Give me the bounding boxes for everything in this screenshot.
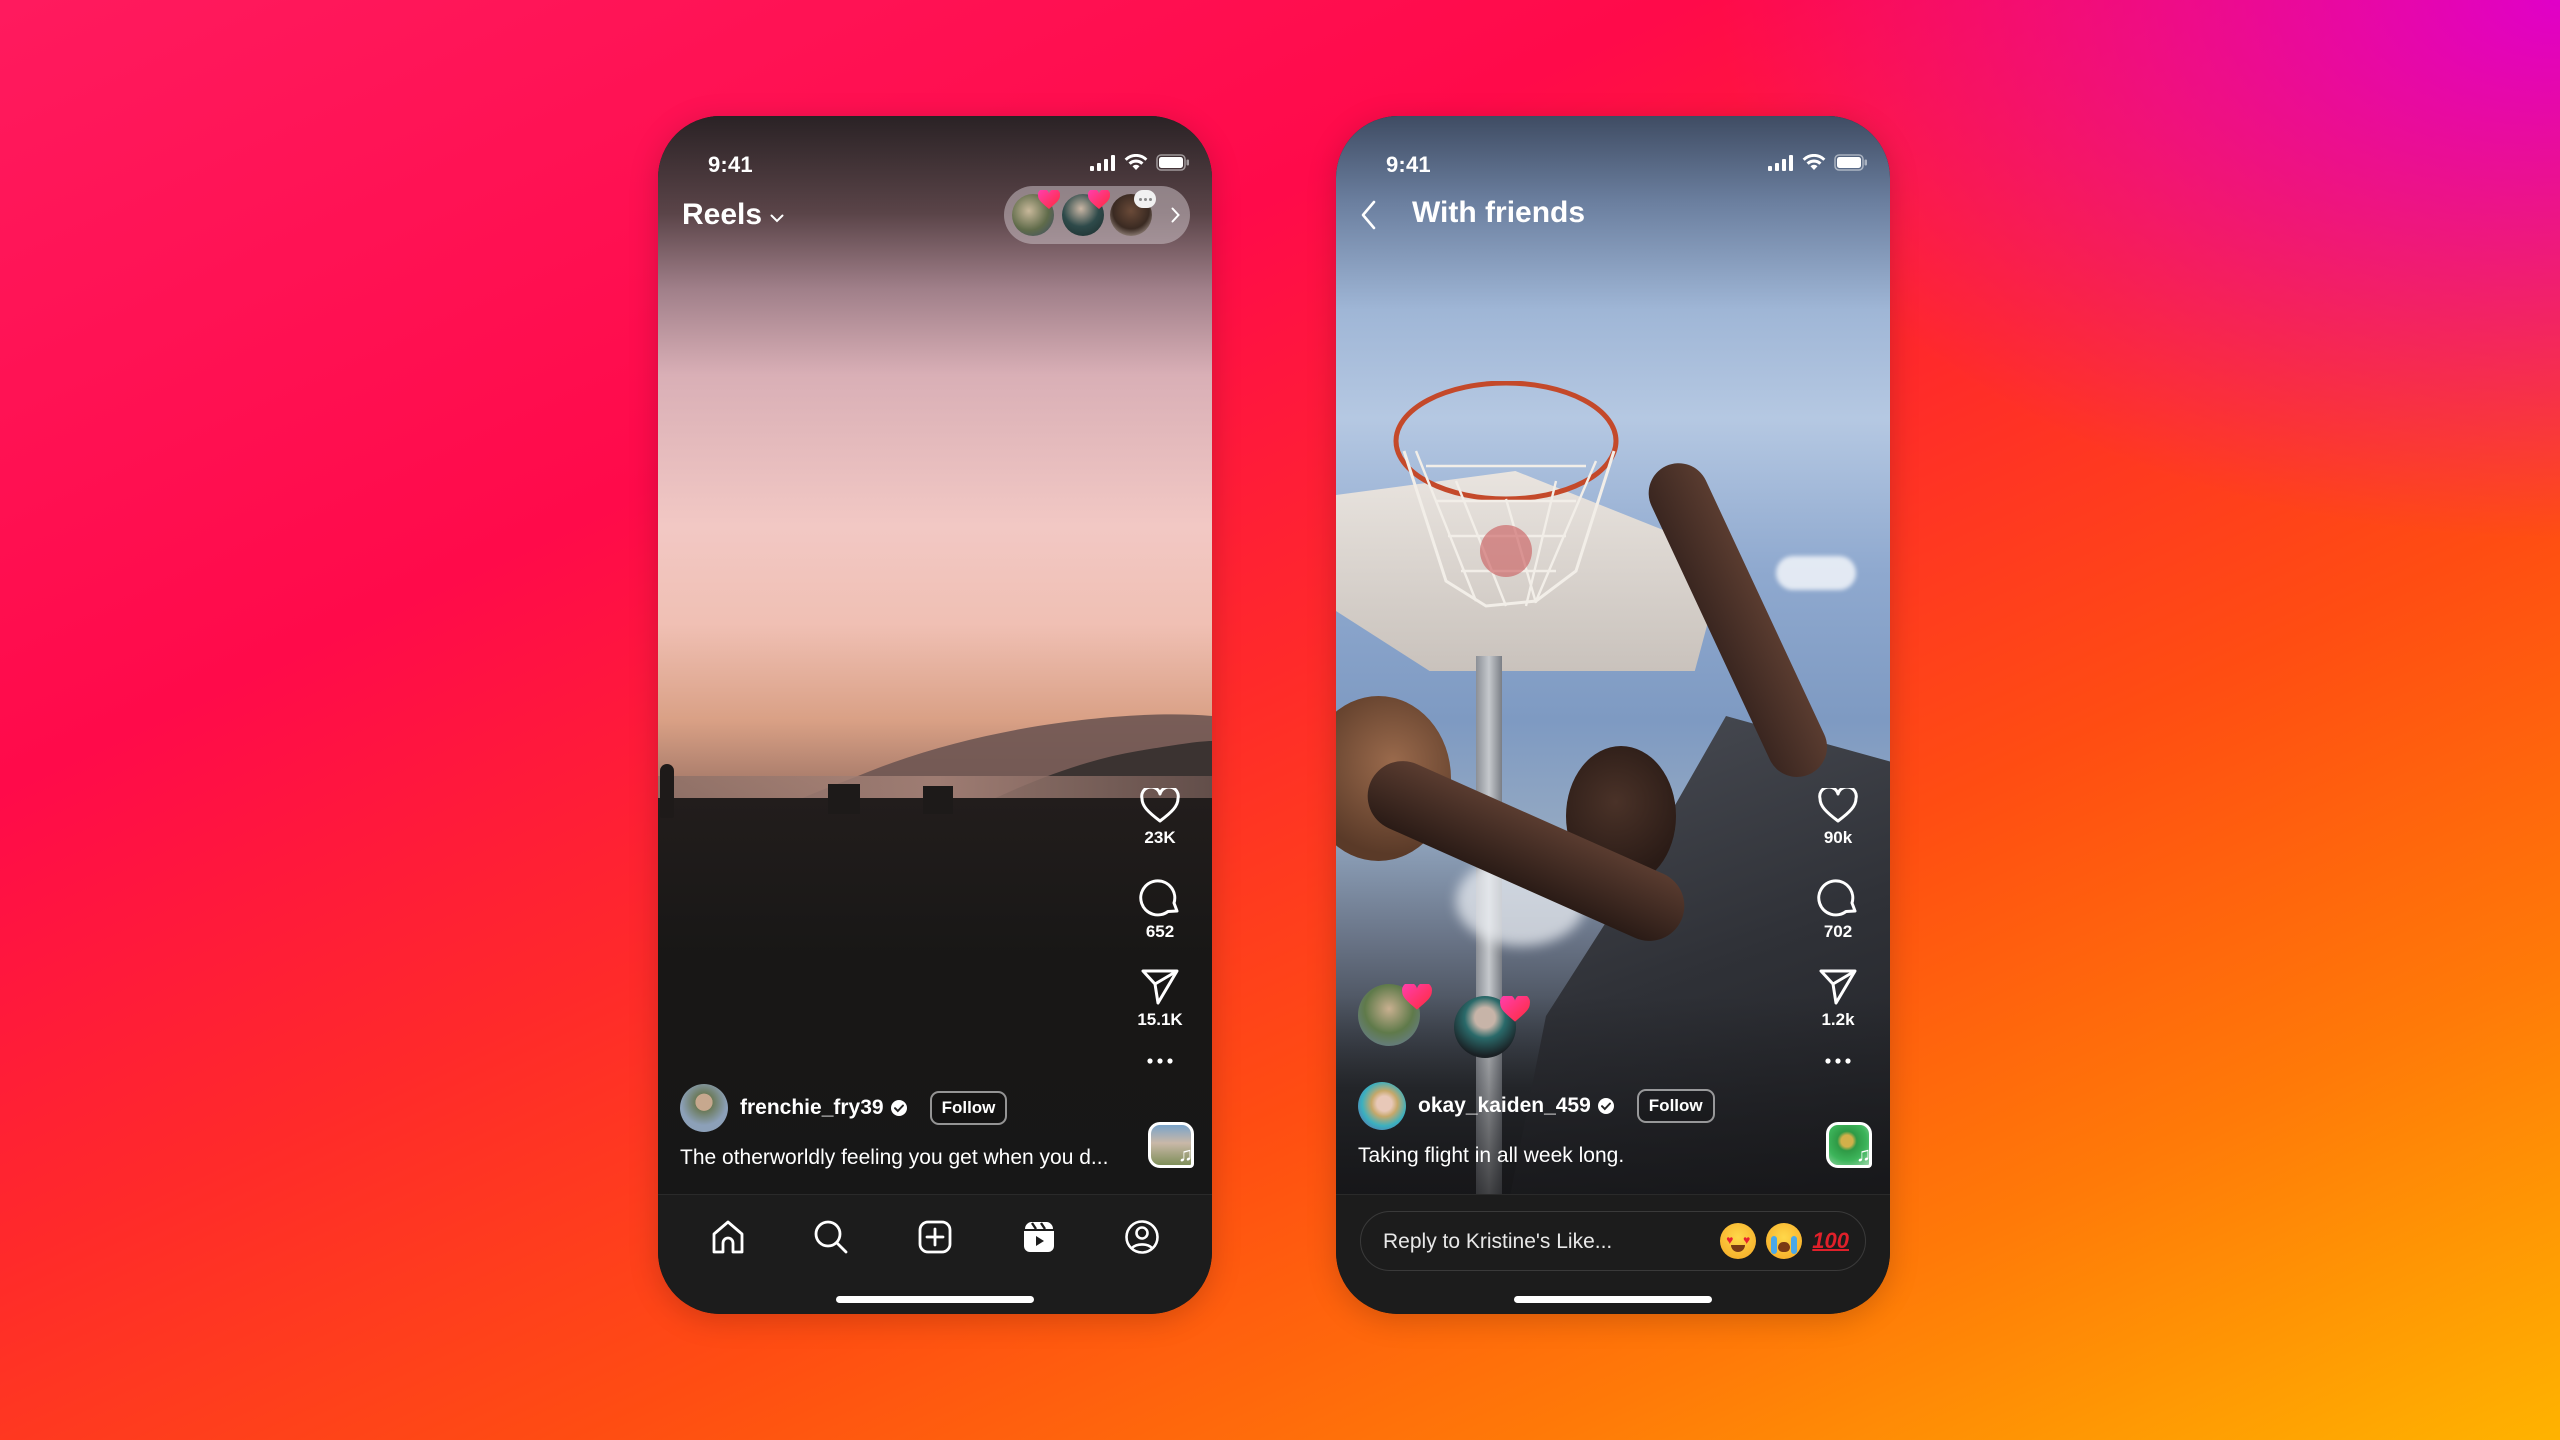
cellular-signal-icon [1090, 154, 1115, 171]
chevron-left-icon [1361, 200, 1376, 230]
send-icon [1141, 969, 1179, 1005]
music-note-icon: ♫ [1178, 1144, 1193, 1166]
reels-icon [1023, 1222, 1054, 1252]
like-button[interactable]: 23K [1140, 788, 1180, 848]
status-bar: 9:41 [658, 140, 1212, 180]
phone-with-friends: 9:41 With friends 90k 702 1.2k ♫ okay_ka… [1336, 116, 1890, 1314]
heart-badge-icon [1500, 996, 1530, 1022]
author-avatar[interactable] [680, 1084, 728, 1132]
message-bubble-badge [1134, 190, 1156, 208]
comment-icon [1817, 879, 1857, 917]
reply-placeholder: Reply to Kristine's Like... [1383, 1230, 1613, 1253]
heart-badge-icon [1088, 190, 1110, 209]
verified-badge-icon [1597, 1098, 1614, 1114]
home-indicator[interactable] [836, 1296, 1034, 1303]
search-icon [814, 1220, 848, 1254]
friend-activity-pill[interactable] [1004, 186, 1190, 244]
share-button[interactable]: 15.1K [1137, 968, 1183, 1030]
person-silhouette [660, 764, 674, 818]
bottom-navigation [658, 1194, 1212, 1314]
post-author-row: okay_kaiden_459 Follow [1358, 1082, 1715, 1130]
home-indicator[interactable] [1514, 1296, 1712, 1303]
action-column: 23K 652 15.1K [1130, 788, 1190, 1064]
back-button[interactable] [1360, 200, 1390, 234]
send-icon [1819, 969, 1857, 1005]
reply-input[interactable]: Reply to Kristine's Like... ♥ ♥ 100 [1360, 1211, 1866, 1271]
like-count: 90k [1823, 828, 1853, 847]
comment-count: 652 [1145, 922, 1175, 941]
action-column: 90k 702 1.2k [1808, 788, 1868, 1064]
phone-reels-feed: 9:41 Reels 23K 652 15.1K ♫ frenchie_fry3… [658, 116, 1212, 1314]
share-count: 1.2k [1821, 1010, 1855, 1029]
chevron-down-icon [770, 214, 784, 222]
heart-icon [1818, 788, 1858, 823]
verified-badge-icon [890, 1100, 907, 1116]
author-avatar[interactable] [1358, 1082, 1406, 1130]
page-title: Reels [682, 198, 763, 231]
comment-button[interactable]: 652 [1139, 876, 1181, 942]
hoop-rim-and-net [1393, 381, 1619, 608]
nav-home[interactable] [702, 1211, 754, 1263]
more-options-button[interactable] [1147, 1058, 1173, 1064]
share-count: 15.1K [1137, 1010, 1183, 1029]
wifi-icon [1124, 154, 1148, 170]
more-options-button[interactable] [1825, 1058, 1851, 1064]
heart-eyes-emoji-button[interactable]: ♥ ♥ [1720, 1223, 1757, 1259]
home-icon [712, 1220, 744, 1254]
reel-video-sunset[interactable] [658, 116, 1212, 1198]
nav-profile[interactable] [1116, 1211, 1168, 1263]
nav-create[interactable] [909, 1211, 961, 1263]
comment-count: 702 [1823, 922, 1853, 941]
reels-feed-selector[interactable]: Reels [682, 198, 784, 232]
nav-reels[interactable] [1013, 1211, 1065, 1263]
follow-button[interactable]: Follow [929, 1091, 1008, 1125]
comment-button[interactable]: 702 [1817, 876, 1859, 942]
status-time: 9:41 [708, 152, 753, 177]
heart-icon [1140, 788, 1180, 823]
profile-icon [1125, 1220, 1159, 1254]
more-icon [1825, 1058, 1851, 1064]
author-username[interactable]: okay_kaiden_459 [1418, 1094, 1591, 1118]
author-username[interactable]: frenchie_fry39 [740, 1096, 884, 1120]
status-time: 9:41 [1386, 152, 1431, 177]
music-note-icon: ♫ [1856, 1144, 1871, 1166]
post-caption[interactable]: The otherworldly feeling you get when yo… [680, 1146, 1108, 1170]
like-count: 23K [1144, 828, 1176, 847]
status-bar: 9:41 [1336, 140, 1890, 180]
battery-icon [1156, 154, 1189, 171]
more-icon [1147, 1058, 1173, 1064]
pier-post [828, 784, 860, 814]
heart-badge-icon [1402, 984, 1432, 1010]
hundred-points-emoji-button[interactable]: 100 [1812, 1228, 1849, 1254]
beach-silhouette [658, 798, 1212, 1198]
follow-button[interactable]: Follow [1636, 1089, 1715, 1123]
share-button[interactable]: 1.2k [1818, 968, 1858, 1030]
crying-emoji-button[interactable] [1766, 1223, 1803, 1259]
page-title: With friends [1412, 196, 1586, 229]
comment-icon [1139, 879, 1179, 917]
cellular-signal-icon [1768, 154, 1793, 171]
wifi-icon [1802, 154, 1826, 170]
create-icon [918, 1220, 952, 1254]
reel-video-basketball[interactable] [1336, 116, 1890, 1216]
reply-area: Reply to Kristine's Like... ♥ ♥ 100 [1336, 1194, 1890, 1314]
heart-badge-icon [1038, 190, 1060, 209]
post-author-row: frenchie_fry39 Follow [680, 1084, 1008, 1132]
nav-search[interactable] [805, 1211, 857, 1263]
cloud [1776, 556, 1856, 590]
pier-post [923, 786, 953, 814]
like-button[interactable]: 90k [1818, 788, 1858, 848]
post-caption[interactable]: Taking flight in all week long. [1358, 1144, 1624, 1168]
quick-reactions: ♥ ♥ 100 [1720, 1223, 1849, 1259]
battery-icon [1834, 154, 1867, 171]
chevron-right-icon [1171, 207, 1180, 223]
